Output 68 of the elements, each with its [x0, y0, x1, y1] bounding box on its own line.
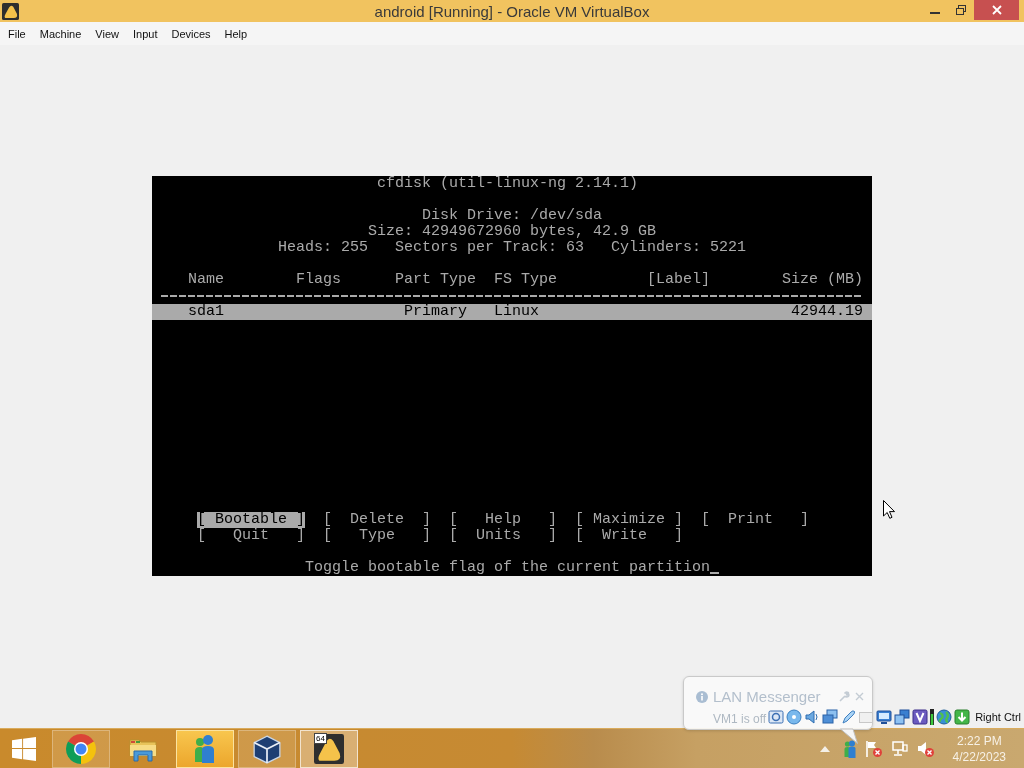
window-title: android [Running] - Oracle VM VirtualBox — [374, 2, 650, 20]
status-message: Toggle bootable flag of the current partition — [305, 559, 711, 576]
menu-item[interactable]: Devices — [164, 25, 218, 42]
overlapping-windows-icon[interactable] — [822, 709, 839, 725]
close-button[interactable] — [974, 0, 1019, 20]
menu-item[interactable]: View — [88, 25, 126, 42]
mouse-pointer-icon — [883, 500, 895, 519]
partition-row[interactable]: sda1 Primary Linux 42944.19 — [152, 303, 872, 320]
disk-info: Size: 42949672960 bytes, 42.9 GB — [368, 223, 657, 240]
flag-icon[interactable] — [864, 739, 883, 758]
chevron-tile-icon[interactable] — [912, 709, 929, 725]
notification-title: LAN Messenger — [713, 688, 822, 705]
column-header: Part Type — [395, 271, 476, 288]
menu-item[interactable]: Input — [125, 25, 165, 42]
column-header: FS Type — [494, 271, 557, 288]
blank-tile-icon[interactable] — [858, 709, 875, 725]
command-button[interactable]: [ Print ] — [701, 511, 810, 528]
menu-item[interactable]: File — [1, 25, 33, 42]
command-button[interactable]: [ Bootable ] — [197, 511, 306, 528]
pen-icon[interactable] — [840, 709, 857, 725]
host-key-label: Right Ctrl — [975, 711, 1021, 723]
disk-geometry: Cylinders: 5221 — [611, 239, 747, 256]
round-logo-icon — [66, 733, 96, 764]
command-button[interactable]: [ Type ] — [323, 527, 432, 544]
text-cursor-icon — [710, 571, 719, 574]
column-header: Name — [188, 271, 224, 288]
up-triangle-icon — [819, 745, 830, 752]
command-button[interactable]: [ Help ] — [449, 511, 558, 528]
app-icon — [2, 2, 19, 20]
close-icon — [855, 692, 864, 701]
table-cell: 42944.19 — [791, 303, 863, 320]
number-badge: 64 — [314, 732, 327, 744]
command-button[interactable]: [ Units ] — [449, 527, 558, 544]
table-cell: Linux — [494, 303, 539, 320]
speaker-muted-icon[interactable] — [916, 739, 935, 758]
notification-message: VM1 is off — [713, 712, 767, 726]
menu-item[interactable]: Help — [217, 25, 255, 42]
restore-icon — [956, 5, 966, 15]
level-bar-icon[interactable] — [930, 709, 935, 725]
info-icon — [696, 690, 708, 703]
network-icon[interactable] — [890, 739, 909, 758]
program-title: cfdisk (util-linux-ng 2.14.1) — [377, 175, 639, 192]
column-header: [Label] — [647, 271, 710, 288]
menu-item[interactable]: Machine — [32, 25, 89, 42]
command-button[interactable]: [ Write ] — [575, 527, 684, 544]
people-icon[interactable] — [842, 739, 857, 758]
taskbar-button[interactable] — [176, 729, 234, 768]
minimize-icon — [930, 12, 940, 14]
command-button[interactable]: [ Quit ] — [197, 527, 306, 544]
windows-logo-icon — [11, 736, 37, 761]
disk-info: Disk Drive: /dev/sda — [422, 207, 603, 224]
column-header: Flags — [296, 271, 341, 288]
disk-geometry: Heads: 255 — [278, 239, 368, 256]
monitor-icon[interactable] — [876, 709, 893, 725]
column-header: Size (MB) — [782, 271, 863, 288]
speaker-icon[interactable] — [804, 709, 821, 725]
taskbar-button[interactable]: 64 — [300, 729, 358, 768]
cube-icon — [252, 733, 282, 764]
table-cell: sda1 — [188, 303, 224, 320]
show-hidden-icons-button[interactable] — [818, 744, 831, 753]
table-cell: Primary — [404, 303, 467, 320]
close-icon — [991, 5, 1002, 15]
window-stack-icon[interactable] — [894, 709, 911, 725]
globe-icon[interactable] — [936, 709, 953, 725]
disk-geometry: Sectors per Track: 63 — [395, 239, 585, 256]
command-button[interactable]: [ Maximize ] — [575, 511, 684, 528]
command-button[interactable]: [ Delete ] — [323, 511, 432, 528]
disc-icon[interactable] — [786, 709, 803, 725]
